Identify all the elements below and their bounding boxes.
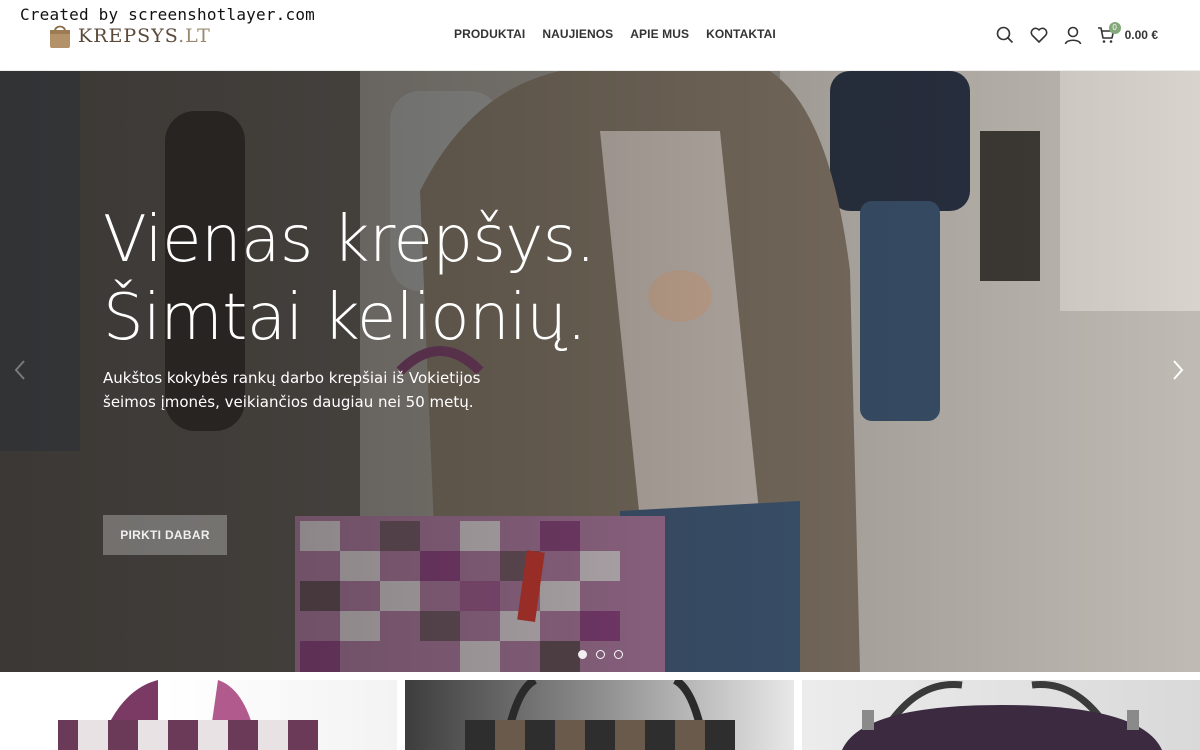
product-cards-row <box>8 680 1200 750</box>
cart-button[interactable]: 0 0.00 € <box>1097 22 1158 44</box>
logo-text: KREPSYS.LT <box>78 25 211 47</box>
heart-icon[interactable] <box>1029 24 1049 46</box>
main-nav: PRODUKTAI NAUJIENOS APIE MUS KONTAKTAI <box>454 27 776 41</box>
search-icon[interactable] <box>995 24 1015 46</box>
hero-slider: Vienas krepšys. Šimtai kelionių. Aukštos… <box>0 71 1200 672</box>
cart-count-badge: 0 <box>1108 22 1121 34</box>
hero-subtitle: Aukštos kokybės rankų darbo krepšiai iš … <box>103 369 481 411</box>
bag-logo-icon <box>50 25 70 48</box>
slider-prev-arrow-icon[interactable] <box>10 358 30 382</box>
product-bag-image-2 <box>465 680 735 750</box>
product-bag-image-3 <box>842 680 1162 750</box>
logo-tld: .LT <box>178 24 211 47</box>
nav-item-apie-mus[interactable]: APIE MUS <box>630 27 689 41</box>
hero-title: Vienas krepšys. Šimtai kelionių. <box>103 201 723 357</box>
header-tools: 0 0.00 € <box>995 22 1158 46</box>
slider-dots <box>578 650 623 659</box>
site-logo[interactable]: KREPSYS.LT <box>48 22 211 49</box>
product-card-3[interactable] <box>802 680 1200 750</box>
hero-title-line-2: Šimtai kelionių. <box>103 281 587 355</box>
logo-name: KREPSYS <box>78 24 179 47</box>
cart-total: 0.00 € <box>1124 28 1158 42</box>
slider-dot-3[interactable] <box>614 650 623 659</box>
user-icon[interactable] <box>1063 24 1083 46</box>
nav-item-kontaktai[interactable]: KONTAKTAI <box>706 27 776 41</box>
hero-title-line-1: Vienas krepšys. <box>103 203 596 277</box>
slider-dot-1[interactable] <box>578 650 587 659</box>
slider-next-arrow-icon[interactable] <box>1168 358 1188 382</box>
nav-item-naujienos[interactable]: NAUJIENOS <box>542 27 613 41</box>
product-bag-image-1 <box>58 680 318 750</box>
nav-item-produktai[interactable]: PRODUKTAI <box>454 27 525 41</box>
slider-dot-2[interactable] <box>596 650 605 659</box>
product-card-1[interactable] <box>8 680 397 750</box>
product-card-2[interactable] <box>405 680 794 750</box>
buy-now-button[interactable]: PIRKTI DABAR <box>103 515 227 555</box>
screenshot-watermark: Created by screenshotlayer.com <box>20 5 315 24</box>
